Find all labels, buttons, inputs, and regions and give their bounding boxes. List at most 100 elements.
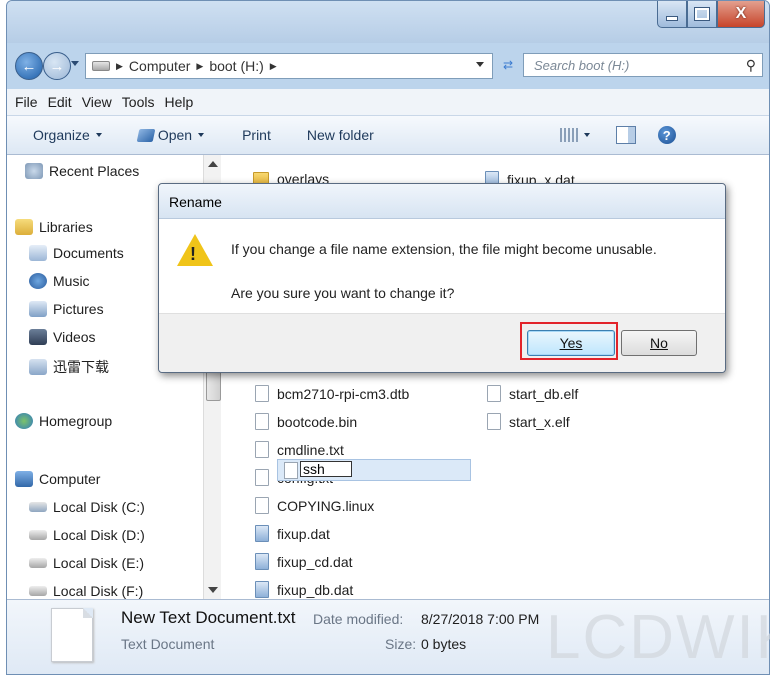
refresh-button[interactable]: ⇄ xyxy=(495,53,521,77)
computer-icon xyxy=(15,471,33,487)
command-bar: Organize Open Print New folder ? xyxy=(7,116,769,155)
nav-label: Videos xyxy=(53,329,96,345)
rename-item[interactable] xyxy=(277,459,471,481)
nav-label: Local Disk (D:) xyxy=(53,527,145,543)
back-button[interactable]: ← xyxy=(15,52,43,80)
dat-file-icon xyxy=(255,553,269,570)
rename-dialog: Rename ! If you change a file name exten… xyxy=(158,183,726,373)
address-dropdown-icon[interactable] xyxy=(476,62,484,67)
file-item[interactable]: bcm2710-rpi-cm3.dtb xyxy=(255,385,409,402)
nav-videos[interactable]: Videos xyxy=(29,329,96,345)
file-icon xyxy=(255,497,269,514)
pictures-icon xyxy=(29,301,47,317)
close-button[interactable]: X xyxy=(717,1,765,28)
yes-label: Yes xyxy=(559,335,583,351)
details-modified-value: 8/27/2018 7:00 PM xyxy=(421,611,540,627)
print-button[interactable]: Print xyxy=(242,127,271,143)
drive-icon xyxy=(29,586,47,596)
nav-local-disk-d[interactable]: Local Disk (D:) xyxy=(29,527,145,543)
change-view-button[interactable] xyxy=(559,128,590,142)
nav-documents[interactable]: Documents xyxy=(29,245,124,261)
forward-button[interactable]: → xyxy=(43,52,71,80)
organize-label: Organize xyxy=(33,127,90,143)
scroll-down-icon[interactable] xyxy=(208,587,218,593)
open-button[interactable]: Open xyxy=(136,127,205,143)
nav-local-disk-e[interactable]: Local Disk (E:) xyxy=(29,555,144,571)
menu-edit[interactable]: Edit xyxy=(48,94,72,110)
help-icon: ? xyxy=(657,126,676,144)
file-icon xyxy=(487,385,501,402)
scroll-up-icon[interactable] xyxy=(208,161,218,167)
address-bar[interactable]: ▶ Computer ▶ boot (H:) ▶ xyxy=(85,53,493,79)
chevron-down-icon xyxy=(95,133,102,137)
warning-exclamation: ! xyxy=(190,244,196,264)
nav-music[interactable]: Music xyxy=(29,273,90,289)
details-size-value: 0 bytes xyxy=(421,636,467,652)
dialog-footer: Yes No xyxy=(159,313,725,372)
details-file-name: New Text Document.txt xyxy=(121,608,296,627)
no-button[interactable]: No xyxy=(621,330,697,356)
rename-input[interactable] xyxy=(300,461,352,477)
yes-button[interactable]: Yes xyxy=(527,330,615,356)
minimize-icon xyxy=(666,15,678,21)
preview-pane-button[interactable] xyxy=(615,126,636,144)
menu-file[interactable]: File xyxy=(15,94,38,110)
file-name: COPYING.linux xyxy=(277,497,375,514)
menu-help[interactable]: Help xyxy=(164,94,193,110)
file-icon xyxy=(284,462,298,479)
nav-libraries[interactable]: Libraries xyxy=(15,219,93,235)
organize-button[interactable]: Organize xyxy=(33,127,102,143)
file-name: bcm2710-rpi-cm3.dtb xyxy=(277,385,410,402)
nav-label: Libraries xyxy=(39,219,93,235)
nav-label: Music xyxy=(53,273,90,289)
file-name: fixup_cd.dat xyxy=(277,553,353,570)
nav-thunder-downloads[interactable]: 迅雷下载 xyxy=(29,357,109,377)
nav-label: Local Disk (E:) xyxy=(53,555,145,571)
file-item[interactable]: bootcode.bin xyxy=(255,413,357,430)
drive-icon xyxy=(92,61,110,71)
details-size-label: Size: xyxy=(385,636,417,652)
dialog-message: If you change a file name extension, the… xyxy=(231,241,657,257)
chevron-right-icon: ▶ xyxy=(269,60,277,71)
nav-label: Homegroup xyxy=(39,413,113,429)
maximize-button[interactable] xyxy=(687,1,717,28)
chevron-right-icon: ▶ xyxy=(116,60,123,71)
file-item[interactable]: fixup_cd.dat xyxy=(255,553,353,570)
file-name: fixup.dat xyxy=(277,525,330,542)
drive-icon xyxy=(29,530,47,540)
search-icon[interactable]: ⚲ xyxy=(746,57,756,74)
chevron-down-icon xyxy=(583,133,590,137)
nav-pictures[interactable]: Pictures xyxy=(29,301,104,317)
breadcrumb-boot[interactable]: boot (H:) xyxy=(209,58,263,74)
address-row: ← → ▶ Computer ▶ boot (H:) ▶ ⇄ Search bo… xyxy=(7,49,769,81)
nav-local-disk-f[interactable]: Local Disk (F:) xyxy=(29,583,143,599)
file-item[interactable]: fixup.dat xyxy=(255,525,330,542)
dialog-question: Are you sure you want to change it? xyxy=(231,285,455,301)
file-icon xyxy=(255,413,269,430)
nav-computer[interactable]: Computer xyxy=(15,471,100,487)
open-label: Open xyxy=(157,127,193,143)
new-folder-button[interactable]: New folder xyxy=(307,127,374,143)
file-item[interactable]: start_x.elf xyxy=(487,413,570,430)
menu-tools[interactable]: Tools xyxy=(122,94,155,110)
file-item[interactable]: start_db.elf xyxy=(487,385,578,402)
nav-recent-places[interactable]: Recent Places xyxy=(25,163,139,179)
file-item[interactable]: fixup_db.dat xyxy=(255,581,353,598)
recent-pages-dropdown[interactable] xyxy=(71,61,79,66)
videos-icon xyxy=(29,329,47,345)
menu-view[interactable]: View xyxy=(82,94,112,110)
no-label: No xyxy=(650,335,668,351)
nav-homegroup[interactable]: Homegroup xyxy=(15,413,112,429)
system-drive-icon xyxy=(29,502,47,512)
file-item[interactable]: cmdline.txt xyxy=(255,441,344,458)
chevron-down-icon xyxy=(198,133,205,137)
text-document-icon xyxy=(51,608,93,662)
help-button[interactable]: ? xyxy=(657,126,676,144)
minimize-button[interactable] xyxy=(657,1,687,28)
nav-local-disk-c[interactable]: Local Disk (C:) xyxy=(29,499,145,515)
file-item[interactable]: COPYING.linux xyxy=(255,497,374,514)
text-file-icon xyxy=(255,469,269,486)
search-input[interactable]: Search boot (H:) ⚲ xyxy=(523,53,763,77)
breadcrumb-computer[interactable]: Computer xyxy=(129,58,190,74)
dialog-title-bar: Rename xyxy=(159,184,725,219)
